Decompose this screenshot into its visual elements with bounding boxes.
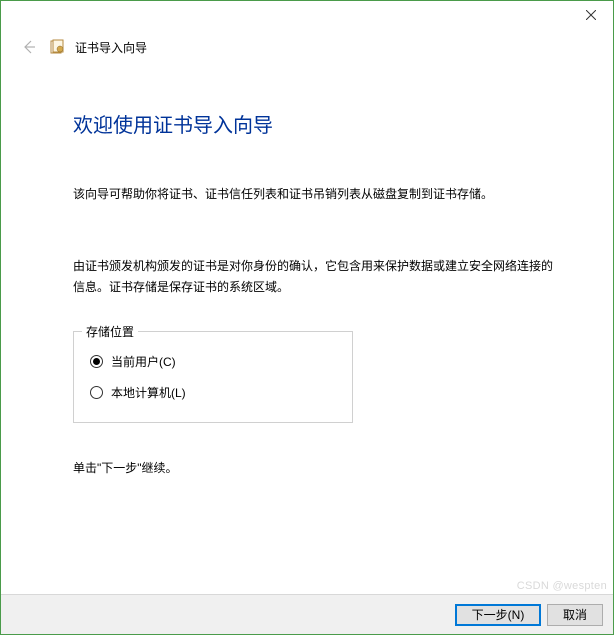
content-area: 欢迎使用证书导入向导 该向导可帮助你将证书、证书信任列表和证书吊销列表从磁盘复制…: [1, 57, 613, 594]
cancel-button[interactable]: 取消: [547, 604, 603, 626]
radio-current-user[interactable]: 当前用户(C): [88, 346, 338, 377]
description-2: 由证书颁发机构颁发的证书是对你身份的确认，它包含用来保护数据或建立安全网络连接的…: [73, 256, 553, 297]
radio-local-machine[interactable]: 本地计算机(L): [88, 377, 338, 408]
header-row: 证书导入向导: [1, 29, 613, 57]
back-button: [19, 37, 39, 57]
description-1: 该向导可帮助你将证书、证书信任列表和证书吊销列表从磁盘复制到证书存储。: [73, 184, 553, 204]
storage-legend: 存储位置: [82, 323, 138, 340]
header-title: 证书导入向导: [75, 39, 147, 56]
main-heading: 欢迎使用证书导入向导: [73, 109, 553, 138]
radio-icon: [90, 355, 103, 368]
certificate-wizard-icon: [49, 39, 65, 55]
footer: 下一步(N) 取消: [1, 594, 613, 634]
titlebar: [1, 1, 613, 29]
radio-label-current-user: 当前用户(C): [111, 353, 176, 370]
continue-hint: 单击"下一步"继续。: [73, 459, 553, 476]
storage-location-group: 存储位置 当前用户(C) 本地计算机(L): [73, 331, 353, 423]
close-button[interactable]: [569, 1, 613, 29]
radio-label-local-machine: 本地计算机(L): [111, 384, 186, 401]
next-button[interactable]: 下一步(N): [455, 604, 541, 626]
radio-icon: [90, 386, 103, 399]
close-icon: [586, 10, 596, 20]
back-arrow-icon: [21, 39, 37, 55]
wizard-window: 证书导入向导 欢迎使用证书导入向导 该向导可帮助你将证书、证书信任列表和证书吊销…: [0, 0, 614, 635]
